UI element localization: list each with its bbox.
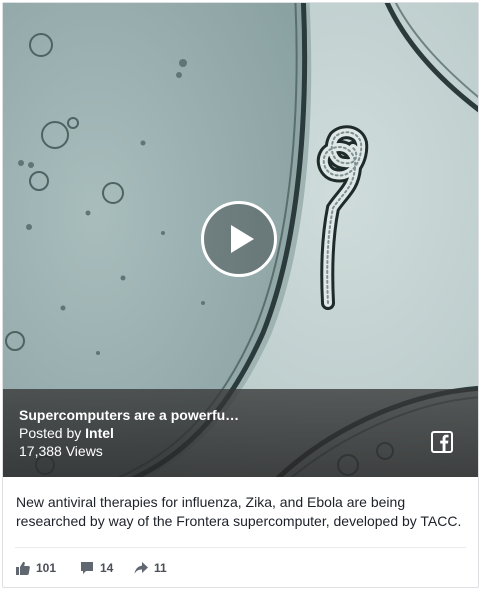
video-title[interactable]: Supercomputers are a powerfu… [19, 406, 239, 424]
posted-by-label: Posted by [19, 425, 82, 441]
play-icon [231, 225, 254, 253]
posted-by: Posted by Intel [19, 424, 114, 442]
facebook-icon [440, 434, 449, 451]
comment-count: 14 [100, 561, 114, 575]
like-count-button[interactable]: 101 [16, 559, 56, 577]
thumbs-up-icon [16, 561, 30, 575]
share-arrow-icon [134, 562, 148, 574]
divider [15, 547, 466, 548]
facebook-share-button[interactable] [431, 431, 453, 453]
comment-icon [81, 562, 93, 574]
like-count: 101 [36, 561, 57, 575]
comment-count-button[interactable]: 14 [80, 559, 113, 577]
video-post-card: Supercomputers are a powerfu… Posted by … [2, 2, 479, 588]
post-description: New antiviral therapies for influenza, Z… [16, 494, 462, 529]
play-button[interactable] [201, 201, 277, 277]
view-count: 17,388 Views [19, 443, 103, 459]
author-link[interactable]: Intel [85, 425, 114, 441]
share-count-button[interactable]: 11 [134, 559, 167, 577]
video-player[interactable]: Supercomputers are a powerfu… Posted by … [3, 3, 478, 477]
share-count: 11 [154, 561, 167, 575]
